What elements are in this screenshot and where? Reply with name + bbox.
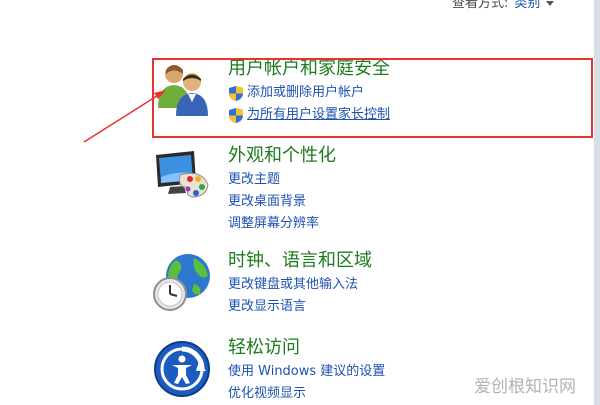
adjust-resolution-link[interactable]: 调整屏幕分辨率 bbox=[228, 213, 319, 235]
category-title[interactable]: 时钟、语言和区域 bbox=[228, 250, 372, 272]
monitor-palette-icon[interactable] bbox=[150, 145, 214, 209]
watermark-text: 爱创根知识网 bbox=[474, 377, 576, 397]
window-edge bbox=[594, 0, 600, 405]
category-links: 使用 Windows 建议的设置 优化视频显示 bbox=[228, 361, 385, 405]
optimize-video-display-link[interactable]: 优化视频显示 bbox=[228, 383, 385, 405]
view-by-value[interactable]: 类别 bbox=[514, 0, 540, 11]
change-desktop-background-link[interactable]: 更改桌面背景 bbox=[228, 191, 319, 213]
change-display-language-link[interactable]: 更改显示语言 bbox=[228, 296, 358, 318]
view-by-control[interactable]: 查看方式: 类别 bbox=[452, 0, 555, 11]
windows-recommended-settings-link[interactable]: 使用 Windows 建议的设置 bbox=[228, 361, 385, 383]
category-title[interactable]: 外观和个性化 bbox=[228, 145, 336, 167]
change-theme-link[interactable]: 更改主题 bbox=[228, 169, 319, 191]
annotation-highlight-box bbox=[152, 58, 593, 138]
category-links: 更改键盘或其他输入法 更改显示语言 bbox=[228, 274, 358, 318]
category-title[interactable]: 轻松访问 bbox=[228, 337, 300, 359]
globe-clock-icon[interactable] bbox=[150, 250, 214, 314]
category-links: 更改主题 更改桌面背景 调整屏幕分辨率 bbox=[228, 169, 319, 235]
ease-of-access-icon[interactable] bbox=[150, 337, 214, 401]
change-keyboard-link[interactable]: 更改键盘或其他输入法 bbox=[228, 274, 358, 296]
chevron-down-icon[interactable] bbox=[546, 1, 555, 6]
view-by-label: 查看方式: bbox=[452, 0, 509, 11]
control-panel-page: 查看方式: 类别 用户帐户和家庭安全 添加或删除用户帐户 为所有用户设置家长控制… bbox=[0, 0, 600, 405]
